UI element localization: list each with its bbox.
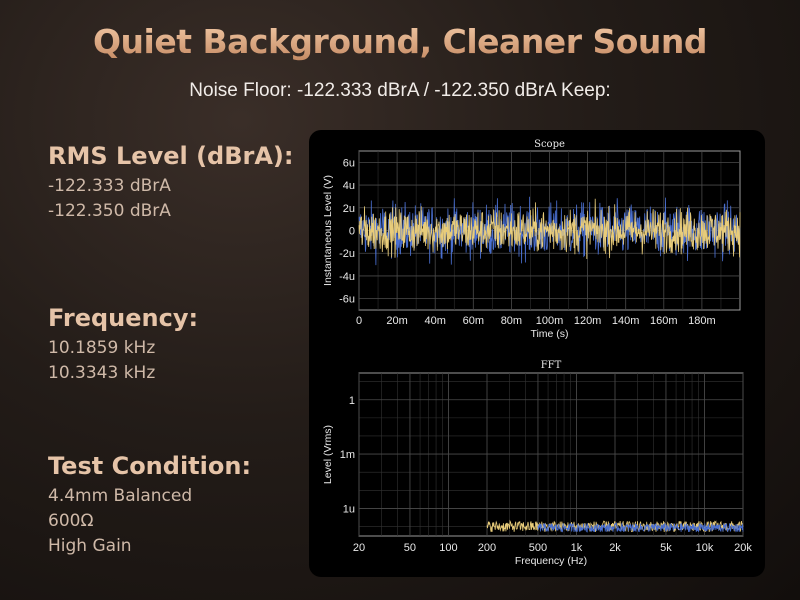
fft-x-tick-label: 20 [353, 542, 365, 554]
scope-x-tick-label: 60m [463, 315, 484, 327]
scope-x-tick-label: 0 [356, 315, 362, 327]
fft-x-axis-label: Frequency (Hz) [515, 555, 587, 567]
measurement-panel: Scope 0 20m 40m 60m 80m 100m 120m 140m 160m 180m 6u… [309, 130, 765, 577]
frequency-value-1: 10.1859 kHz [48, 338, 156, 358]
scope-x-tick-label: 100m [536, 315, 564, 327]
fft-plot-area [358, 372, 744, 537]
scope-x-tick-label: 160m [650, 315, 678, 327]
scope-x-tick-label: 40m [424, 315, 445, 327]
scope-y-tick-label: -6u [339, 294, 355, 306]
fft-x-tick-label: 50 [404, 542, 416, 554]
noise-floor-subtitle: Noise Floor: -122.333 dBrA / -122.350 dB… [189, 80, 611, 101]
charts-svg: Scope 0 20m 40m 60m 80m 100m 120m 140m 160m 180m 6u… [322, 139, 752, 567]
scope-y-tick-label: -2u [339, 248, 355, 260]
fft-title: FFT [541, 360, 562, 371]
scope-title: Scope [534, 139, 565, 150]
fft-x-tick-label: 20k [734, 542, 752, 554]
fft-y-tick-label: 1 [349, 395, 355, 407]
scope-y-tick-label: 0 [349, 226, 355, 238]
fft-y-tick-label: 1m [340, 449, 355, 461]
scope-y-tick-label: 4u [343, 180, 355, 192]
scope-y-tick-label: 2u [343, 203, 355, 215]
scope-y-axis-label: Instantaneous Level (V) [322, 175, 334, 286]
fft-x-tick-label: 5k [660, 542, 672, 554]
test-condition-gain: High Gain [48, 536, 132, 556]
rms-value-2: -122.350 dBrA [48, 201, 171, 221]
test-condition-block: Test Condition: 4.4mm Balanced 600Ω High… [48, 452, 251, 559]
test-condition-output: 4.4mm Balanced [48, 486, 193, 506]
scope-x-tick-label: 140m [612, 315, 640, 327]
fft-x-tick-label: 100 [439, 542, 457, 554]
scope-x-tick-label: 20m [386, 315, 407, 327]
fft-x-tick-label: 10k [696, 542, 714, 554]
rms-level-heading: RMS Level (dBrA): [48, 142, 294, 170]
page-headline: Quiet Background, Cleaner Sound [0, 22, 800, 61]
scope-y-tick-label: -4u [339, 271, 355, 283]
rms-value-1: -122.333 dBrA [48, 176, 171, 196]
frequency-value-2: 10.3343 kHz [48, 363, 156, 383]
frequency-block: Frequency: 10.1859 kHz 10.3343 kHz [48, 304, 198, 386]
fft-x-tick-label: 500 [529, 542, 547, 554]
frequency-heading: Frequency: [48, 304, 199, 332]
rms-level-block: RMS Level (dBrA): -122.333 dBrA -122.350… [48, 142, 294, 224]
fft-x-tick-label: 2k [609, 542, 621, 554]
test-condition-load: 600Ω [48, 511, 94, 531]
fft-x-tick-label: 1k [571, 542, 583, 554]
scope-x-tick-label: 120m [574, 315, 602, 327]
scope-x-axis-label: Time (s) [530, 328, 568, 340]
fft-y-axis-label: Level (Vrms) [322, 425, 334, 484]
test-condition-heading: Test Condition: [48, 452, 252, 480]
scope-y-tick-label: 6u [343, 157, 355, 169]
fft-x-tick-label: 200 [478, 542, 496, 554]
scope-x-tick-label: 180m [688, 315, 716, 327]
fft-y-tick-label: 1u [343, 503, 355, 515]
scope-x-tick-label: 80m [501, 315, 522, 327]
